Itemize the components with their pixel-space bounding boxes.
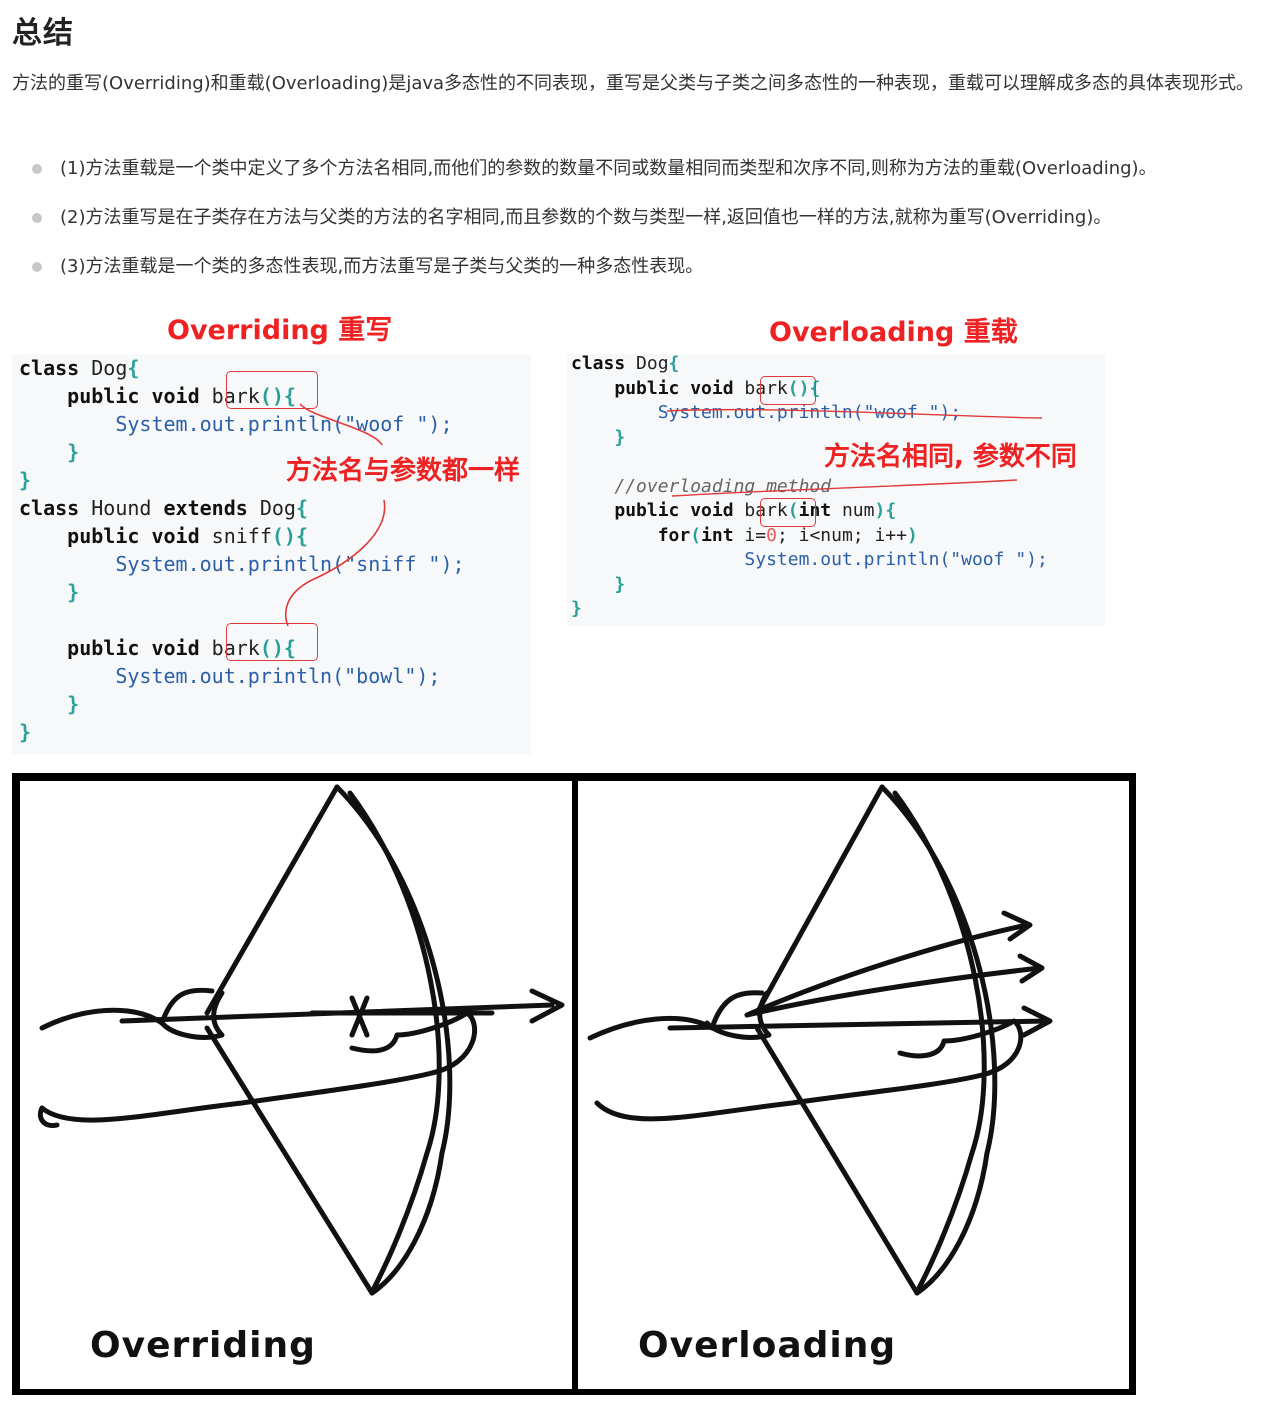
- list-item: (2)方法重写是在子类存在方法与父类的方法的名字相同,而且参数的个数与类型一样,…: [30, 199, 1270, 248]
- bullet-dot-icon: [32, 213, 42, 223]
- list-item-text: (3)方法重载是一个类的多态性表现,而方法重写是子类与父类的一种多态性表现。: [60, 256, 704, 277]
- bow-arrow-drawing: [20, 781, 1129, 1389]
- list-item: (1)方法重载是一个类中定义了多个方法名相同,而他们的参数的数量不同或数量相同而…: [30, 150, 1270, 199]
- section-heading: 总结: [12, 16, 74, 51]
- bow-label-overloading: Overloading: [638, 1325, 897, 1366]
- intro-paragraph: 方法的重写(Overriding)和重载(Overloading)是java多态…: [12, 73, 1255, 94]
- list-item-text: (2)方法重写是在子类存在方法与父类的方法的名字相同,而且参数的个数与类型一样,…: [60, 207, 1112, 228]
- bullet-dot-icon: [32, 262, 42, 272]
- code-comparison-figure: Overriding 重写 Overloading 重载 class Dog{ …: [12, 300, 1112, 758]
- list-item: (3)方法重载是一个类的多态性表现,而方法重写是子类与父类的一种多态性表现。: [30, 248, 1270, 297]
- bow-label-overriding: Overriding: [90, 1325, 316, 1366]
- bullet-dot-icon: [32, 164, 42, 174]
- annotation-lines: [284, 403, 1043, 627]
- bow-arrow-figure: Overriding Overloading: [12, 773, 1136, 1395]
- summary-list: (1)方法重载是一个类中定义了多个方法名相同,而他们的参数的数量不同或数量相同而…: [30, 150, 1270, 297]
- list-item-text: (1)方法重载是一个类中定义了多个方法名相同,而他们的参数的数量不同或数量相同而…: [60, 158, 1157, 179]
